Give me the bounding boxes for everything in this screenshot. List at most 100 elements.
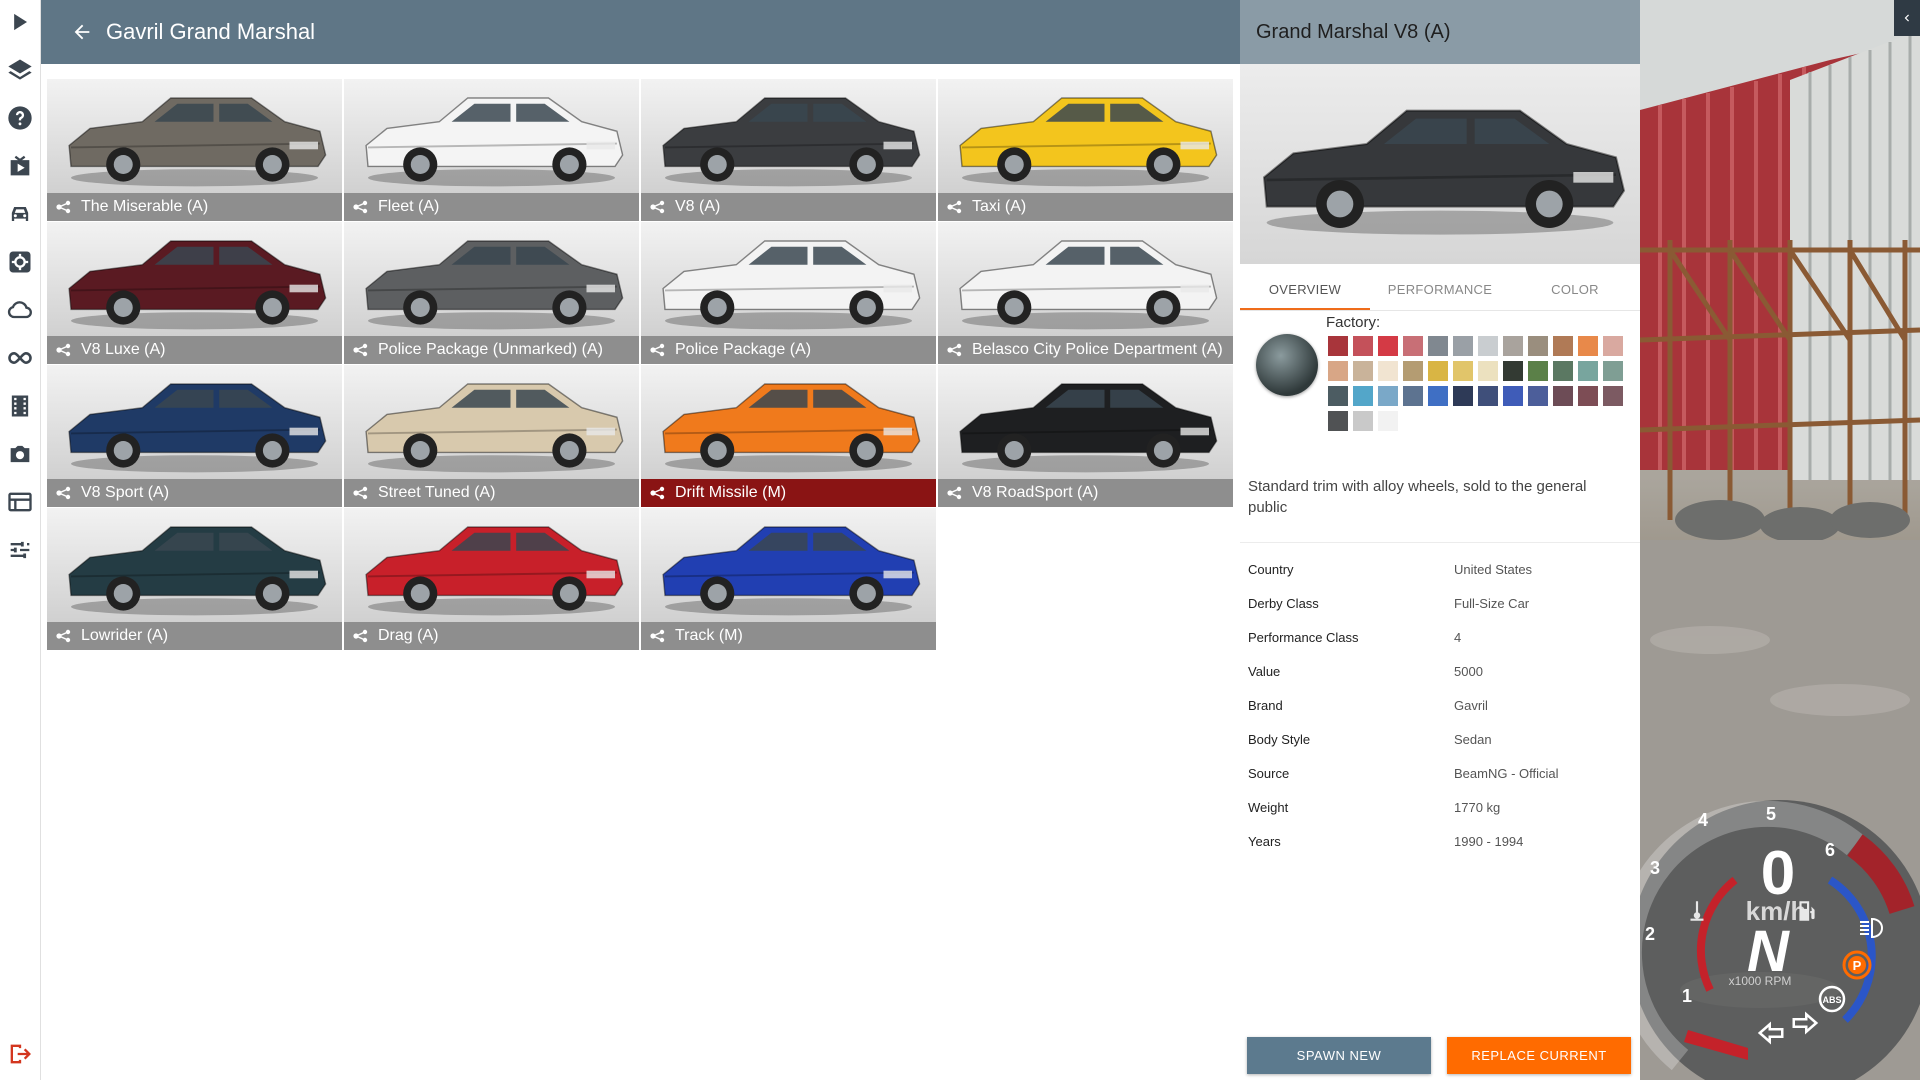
rpm-tick-label: 3 [1650,858,1661,878]
rail-button-car[interactable] [4,194,36,234]
info-row: Country United States [1248,552,1628,586]
config-card[interactable]: Drift Missile (M) [641,365,936,507]
paint-swatch[interactable] [1503,336,1523,356]
tab-color[interactable]: COLOR [1510,270,1640,308]
back-button[interactable] [62,12,102,52]
rail-button-cloud[interactable] [4,290,36,330]
paint-swatch[interactable] [1503,386,1523,406]
config-card[interactable]: Lowrider (A) [47,508,342,650]
paint-swatch[interactable] [1328,336,1348,356]
collapse-panel-button[interactable] [1894,0,1920,36]
config-thumbnail [47,79,342,193]
info-key: Weight [1248,799,1289,815]
paint-swatch[interactable] [1328,411,1348,431]
paint-swatch[interactable] [1603,386,1623,406]
paint-swatch[interactable] [1328,361,1348,381]
paint-swatch[interactable] [1528,361,1548,381]
spawn-new-button[interactable]: SPAWN NEW [1247,1037,1431,1074]
rail-button-layers[interactable] [4,50,36,90]
paint-swatch[interactable] [1403,386,1423,406]
config-caption: Track (M) [641,622,936,650]
vehicle-config-icon [353,486,368,500]
config-caption: V8 (A) [641,193,936,221]
paint-swatch[interactable] [1428,361,1448,381]
config-card[interactable]: The Miserable (A) [47,79,342,221]
paint-swatch[interactable] [1378,386,1398,406]
paint-swatch[interactable] [1353,386,1373,406]
paint-swatch[interactable] [1453,361,1473,381]
info-key: Years [1248,833,1281,849]
rail-button-settings[interactable] [4,242,36,282]
config-card[interactable]: Drag (A) [344,508,639,650]
config-card[interactable]: Fleet (A) [344,79,639,221]
paint-swatch[interactable] [1478,361,1498,381]
paint-swatch[interactable] [1378,411,1398,431]
paint-swatch[interactable] [1428,386,1448,406]
rail-button-film[interactable] [4,386,36,426]
current-paint-swatch[interactable] [1256,334,1318,396]
config-caption: Street Tuned (A) [344,479,639,507]
paint-swatch[interactable] [1353,336,1373,356]
config-caption: Lowrider (A) [47,622,342,650]
config-card[interactable]: Taxi (A) [938,79,1233,221]
config-card[interactable]: V8 RoadSport (A) [938,365,1233,507]
paint-swatch[interactable] [1528,336,1548,356]
info-key: Source [1248,765,1290,781]
detail-title: Grand Marshal V8 (A) [1256,20,1451,43]
config-card[interactable]: Track (M) [641,508,936,650]
paint-swatch[interactable] [1603,361,1623,381]
dashboard-icon [8,492,32,512]
paint-swatch[interactable] [1453,386,1473,406]
rail-button-exit[interactable] [4,1034,36,1074]
info-key: Country [1248,561,1294,577]
config-card[interactable]: Police Package (A) [641,222,936,364]
paint-swatch[interactable] [1403,336,1423,356]
paint-swatch[interactable] [1328,386,1348,406]
paint-swatch[interactable] [1553,336,1573,356]
paint-swatch[interactable] [1378,361,1398,381]
car-illustration [365,383,624,473]
paint-swatch[interactable] [1553,361,1573,381]
factory-paint-label: Factory: [1326,314,1381,331]
rail-button-scenario[interactable] [4,146,36,186]
rail-button-camera[interactable] [4,434,36,474]
paint-swatch[interactable] [1603,336,1623,356]
config-label: V8 RoadSport (A) [972,484,1099,501]
rail-button-infinity[interactable] [4,338,36,378]
paint-swatch[interactable] [1578,386,1598,406]
paint-swatch[interactable] [1353,411,1373,431]
detail-header: Grand Marshal V8 (A) [1240,0,1640,64]
tab-performance[interactable]: PERFORMANCE [1375,270,1505,308]
paint-swatch[interactable] [1378,336,1398,356]
rail-button-help[interactable] [4,98,36,138]
rail-button-dashboard[interactable] [4,482,36,522]
config-card[interactable]: Street Tuned (A) [344,365,639,507]
config-card[interactable]: V8 (A) [641,79,936,221]
config-label: Taxi (A) [972,198,1027,215]
paint-swatch[interactable] [1428,336,1448,356]
vehicle-config-icon [56,486,71,500]
paint-swatch[interactable] [1578,361,1598,381]
paint-swatch[interactable] [1503,361,1523,381]
paint-swatch[interactable] [1478,386,1498,406]
paint-swatch[interactable] [1528,386,1548,406]
config-thumbnail [641,222,936,336]
info-value: 1770 kg [1454,799,1501,815]
config-card[interactable]: V8 Sport (A) [47,365,342,507]
car-illustration [662,383,921,473]
config-card[interactable]: Belasco City Police Department (A) [938,222,1233,364]
paint-swatch[interactable] [1553,386,1573,406]
replace-current-button[interactable]: REPLACE CURRENT [1447,1037,1631,1074]
rail-button-sliders[interactable] [4,530,36,570]
paint-swatch[interactable] [1478,336,1498,356]
config-card[interactable]: Police Package (Unmarked) (A) [344,222,639,364]
tab-overview[interactable]: OVERVIEW [1240,270,1370,310]
paint-swatch[interactable] [1353,361,1373,381]
rail-button-play[interactable] [4,2,36,42]
config-card[interactable]: V8 Luxe (A) [47,222,342,364]
paint-swatch[interactable] [1578,336,1598,356]
config-thumbnail [641,365,936,479]
paint-swatch[interactable] [1453,336,1473,356]
config-thumbnail [938,365,1233,479]
paint-swatch[interactable] [1403,361,1423,381]
